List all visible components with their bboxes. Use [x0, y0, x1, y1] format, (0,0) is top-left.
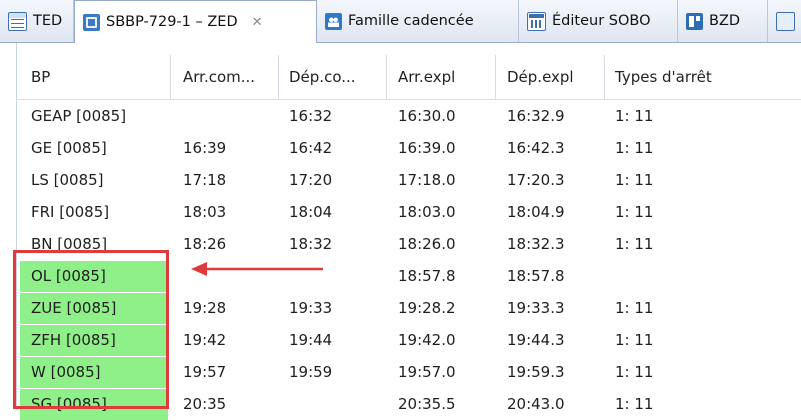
- tab-label: SBBP-729-1 – ZED: [106, 14, 238, 30]
- cell-types-arret[interactable]: 1: 11: [615, 395, 653, 413]
- table-row[interactable]: GE [0085] 16:39 16:42 16:39.0 16:42.3 1: 11: [0, 132, 801, 164]
- column-header-dep-expl[interactable]: Dép.expl: [507, 68, 574, 86]
- cell-arr-expl[interactable]: 18:26.0: [398, 235, 456, 253]
- cell-dep-com[interactable]: 16:32: [289, 107, 332, 125]
- tab-label: BZD: [709, 13, 741, 29]
- tab-editeur-sobo[interactable]: Éditeur SOBO: [519, 0, 678, 42]
- document-icon: [776, 11, 795, 31]
- cell-arr-expl[interactable]: 16:39.0: [398, 139, 456, 157]
- table-row[interactable]: FRI [0085] 18:03 18:04 18:03.0 18:04.9 1: 11: [0, 196, 801, 228]
- cell-arr-expl[interactable]: 20:35.5: [398, 395, 456, 413]
- sbbp-icon: [83, 13, 100, 31]
- cell-arr-expl[interactable]: 17:18.0: [398, 171, 456, 189]
- cell-bp[interactable]: LS [0085]: [31, 171, 104, 189]
- cell-arr-expl[interactable]: 19:57.0: [398, 363, 456, 381]
- cell-dep-expl[interactable]: 16:42.3: [507, 139, 565, 157]
- cell-dep-expl[interactable]: 19:59.3: [507, 363, 565, 381]
- cell-arr-com[interactable]: 17:18: [183, 171, 226, 189]
- tab-sbbp-729-1-zed[interactable]: SBBP-729-1 – ZED ✕: [74, 0, 317, 43]
- tab-label: TED: [33, 13, 63, 29]
- cell-types-arret[interactable]: 1: 11: [615, 299, 653, 317]
- annotation-arrow-icon: [191, 262, 323, 276]
- cell-types-arret[interactable]: 1: 11: [615, 203, 653, 221]
- cell-dep-expl[interactable]: 19:33.3: [507, 299, 565, 317]
- column-divider[interactable]: [495, 55, 496, 99]
- cell-dep-expl[interactable]: 17:20.3: [507, 171, 565, 189]
- cell-arr-expl[interactable]: 19:42.0: [398, 331, 456, 349]
- cell-dep-com[interactable]: 19:33: [289, 299, 332, 317]
- column-header-arr-com[interactable]: Arr.com...: [183, 68, 255, 86]
- cell-bp[interactable]: FRI [0085]: [31, 203, 109, 221]
- tab-bzd[interactable]: BZD: [678, 0, 768, 42]
- column-header-types-arret[interactable]: Types d'arrêt: [615, 68, 712, 86]
- column-divider[interactable]: [278, 55, 279, 99]
- cell-arr-com[interactable]: 19:28: [183, 299, 226, 317]
- cell-dep-expl[interactable]: 18:57.8: [507, 267, 565, 285]
- tab-ted[interactable]: TED: [0, 0, 74, 42]
- cell-arr-expl[interactable]: 18:57.8: [398, 267, 456, 285]
- cell-dep-com[interactable]: 18:04: [289, 203, 332, 221]
- column-header-bp[interactable]: BP: [31, 68, 50, 86]
- column-divider[interactable]: [604, 55, 605, 99]
- column-header-arr-expl[interactable]: Arr.expl: [398, 68, 455, 86]
- editor-tab-bar: TED SBBP-729-1 – ZED ✕ Famille cadencée …: [0, 0, 801, 43]
- table-icon: [8, 11, 27, 31]
- tab-famille-cadencee[interactable]: Famille cadencée: [317, 0, 519, 42]
- tab-label: Éditeur SOBO: [552, 13, 651, 29]
- calendar-icon: [527, 11, 546, 31]
- table-header: BP Arr.com... Dép.co... Arr.expl Dép.exp…: [0, 55, 801, 99]
- column-header-dep-com[interactable]: Dép.co...: [289, 68, 356, 86]
- cell-bp[interactable]: GE [0085]: [31, 139, 107, 157]
- cell-types-arret[interactable]: 1: 11: [615, 107, 653, 125]
- cell-arr-com[interactable]: 18:26: [183, 235, 226, 253]
- cell-dep-expl[interactable]: 16:32.9: [507, 107, 565, 125]
- cell-arr-expl[interactable]: 19:28.2: [398, 299, 456, 317]
- cell-types-arret[interactable]: 1: 11: [615, 235, 653, 253]
- cell-dep-com[interactable]: 17:20: [289, 171, 332, 189]
- cell-types-arret[interactable]: 1: 11: [615, 363, 653, 381]
- layout-icon: [686, 12, 703, 30]
- cell-arr-com[interactable]: 18:03: [183, 203, 226, 221]
- tab-label: Famille cadencée: [348, 13, 474, 29]
- column-divider[interactable]: [386, 55, 387, 99]
- cell-dep-expl[interactable]: 19:44.3: [507, 331, 565, 349]
- cell-dep-com[interactable]: 19:59: [289, 363, 332, 381]
- cell-types-arret[interactable]: 1: 11: [615, 331, 653, 349]
- highlight-annotation-box: [13, 250, 169, 409]
- cell-dep-expl[interactable]: 18:04.9: [507, 203, 565, 221]
- cell-types-arret[interactable]: 1: 11: [615, 171, 653, 189]
- people-icon: [325, 12, 342, 30]
- cell-arr-com[interactable]: 20:35: [183, 395, 226, 413]
- tab-overflow[interactable]: [768, 0, 801, 42]
- cell-dep-com[interactable]: 18:32: [289, 235, 332, 253]
- cell-arr-com[interactable]: 19:42: [183, 331, 226, 349]
- cell-arr-expl[interactable]: 18:03.0: [398, 203, 456, 221]
- cell-arr-com[interactable]: 16:39: [183, 139, 226, 157]
- cell-types-arret[interactable]: 1: 11: [615, 139, 653, 157]
- cell-dep-com[interactable]: 16:42: [289, 139, 332, 157]
- cell-dep-expl[interactable]: 18:32.3: [507, 235, 565, 253]
- table-row[interactable]: LS [0085] 17:18 17:20 17:18.0 17:20.3 1: 11: [0, 164, 801, 196]
- table-row[interactable]: GEAP [0085] 16:32 16:30.0 16:32.9 1: 11: [0, 100, 801, 132]
- close-icon[interactable]: ✕: [252, 15, 263, 30]
- cell-dep-expl[interactable]: 20:43.0: [507, 395, 565, 413]
- cell-arr-expl[interactable]: 16:30.0: [398, 107, 456, 125]
- cell-arr-com[interactable]: 19:57: [183, 363, 226, 381]
- cell-bp[interactable]: GEAP [0085]: [31, 107, 126, 125]
- column-divider[interactable]: [170, 55, 171, 99]
- cell-dep-com[interactable]: 19:44: [289, 331, 332, 349]
